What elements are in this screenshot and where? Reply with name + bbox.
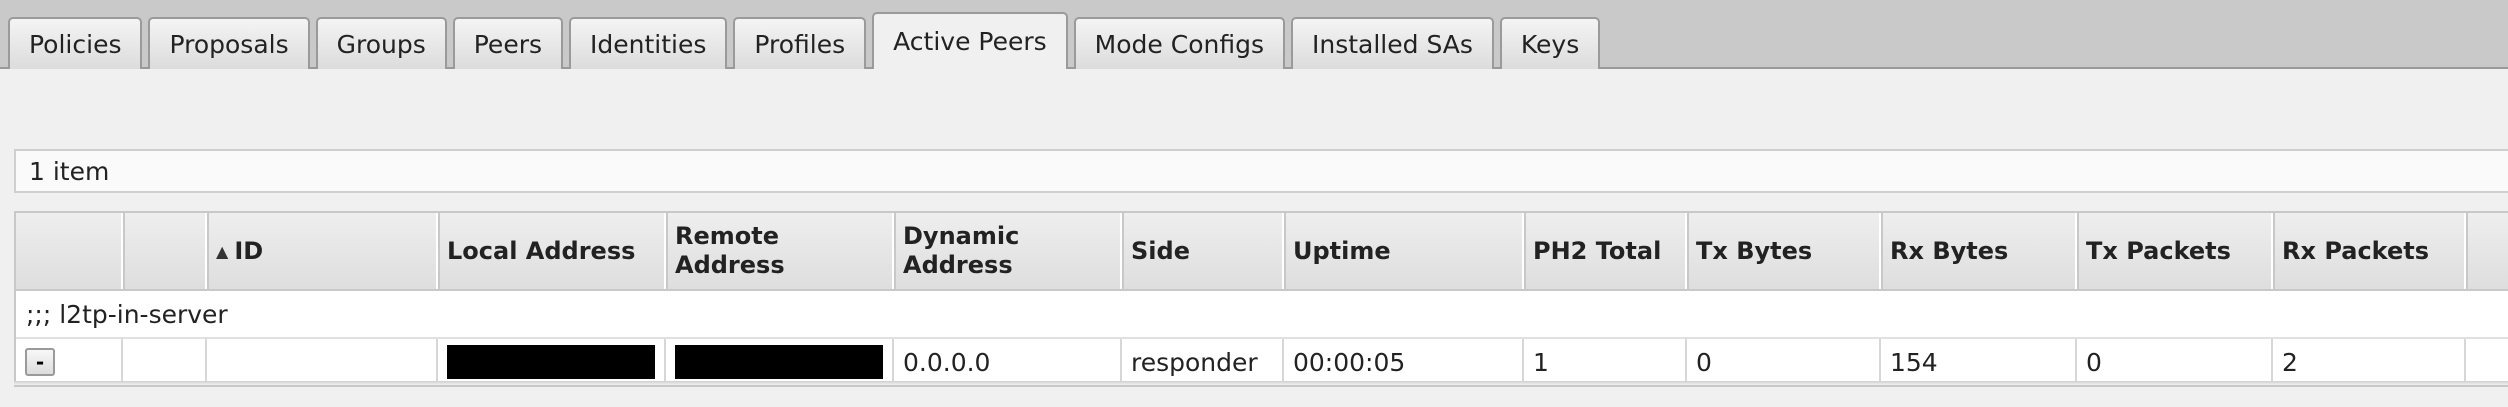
cell-id xyxy=(207,339,438,385)
tab-list: Policies Proposals Groups Peers Identiti… xyxy=(8,12,1601,69)
cell-rx-bytes: 154 xyxy=(1881,339,2077,385)
cell-local-address xyxy=(438,339,666,385)
cell-rx-packets: 2 xyxy=(2273,339,2466,385)
remove-button[interactable]: - xyxy=(25,348,55,376)
cell-flags xyxy=(123,339,207,385)
header-side[interactable]: Side xyxy=(1122,213,1284,289)
item-count-bar: 1 item xyxy=(14,149,2508,193)
header-tx-bytes[interactable]: Tx Bytes xyxy=(1687,213,1881,289)
header-rx-packets[interactable]: Rx Packets xyxy=(2273,213,2466,289)
item-count: 1 item xyxy=(29,156,110,186)
tab-keys[interactable]: Keys xyxy=(1499,17,1601,69)
cell-ph2-total: 1 xyxy=(1524,339,1687,385)
cell-extra xyxy=(2466,339,2508,385)
header-tx-packets[interactable]: Tx Packets xyxy=(2077,213,2273,289)
table-shadow xyxy=(14,381,2508,385)
header-remote-address[interactable]: Remote Address xyxy=(666,213,894,289)
header-local-address[interactable]: Local Address xyxy=(438,213,666,289)
tab-installed-sas[interactable]: Installed SAs xyxy=(1290,17,1494,69)
header-extra[interactable] xyxy=(2466,213,2508,289)
active-peers-table: ▲ ID Local Address Remote Address Dynami… xyxy=(14,211,2508,387)
header-id-label: ID xyxy=(234,236,264,265)
cell-uptime: 00:00:05 xyxy=(1284,339,1524,385)
header-uptime[interactable]: Uptime xyxy=(1284,213,1524,289)
header-ph2-total[interactable]: PH2 Total xyxy=(1524,213,1687,289)
tab-identities[interactable]: Identities xyxy=(569,17,728,69)
tab-peers[interactable]: Peers xyxy=(452,17,563,69)
tab-groups[interactable]: Groups xyxy=(315,17,447,69)
tab-bar: Policies Proposals Groups Peers Identiti… xyxy=(0,0,2508,69)
sort-ascending-icon: ▲ xyxy=(216,241,229,261)
tab-proposals[interactable]: Proposals xyxy=(148,17,310,69)
cell-select: - xyxy=(16,339,123,385)
header-dynamic-address[interactable]: Dynamic Address xyxy=(894,213,1122,289)
tab-active-peers[interactable]: Active Peers xyxy=(872,12,1068,69)
table-row[interactable]: - 0.0.0.0 responder 00:00:05 1 0 154 0 2 xyxy=(16,339,2508,385)
header-rx-bytes[interactable]: Rx Bytes xyxy=(1881,213,2077,289)
cell-side: responder xyxy=(1122,339,1284,385)
cell-tx-packets: 0 xyxy=(2077,339,2273,385)
comment-text: ;;; l2tp-in-server xyxy=(26,299,228,329)
redacted-block xyxy=(675,345,883,379)
cell-dynamic-address: 0.0.0.0 xyxy=(894,339,1122,385)
row-comment[interactable]: ;;; l2tp-in-server xyxy=(16,291,2508,339)
cell-remote-address xyxy=(666,339,894,385)
tab-profiles[interactable]: Profiles xyxy=(733,17,867,69)
cell-tx-bytes: 0 xyxy=(1687,339,1881,385)
tab-policies[interactable]: Policies xyxy=(8,17,143,69)
tab-mode-configs[interactable]: Mode Configs xyxy=(1073,17,1285,69)
table-header: ▲ ID Local Address Remote Address Dynami… xyxy=(16,213,2508,291)
header-id[interactable]: ▲ ID xyxy=(207,213,438,289)
redacted-block xyxy=(447,345,655,379)
header-select[interactable] xyxy=(16,213,123,289)
header-flags[interactable] xyxy=(123,213,207,289)
